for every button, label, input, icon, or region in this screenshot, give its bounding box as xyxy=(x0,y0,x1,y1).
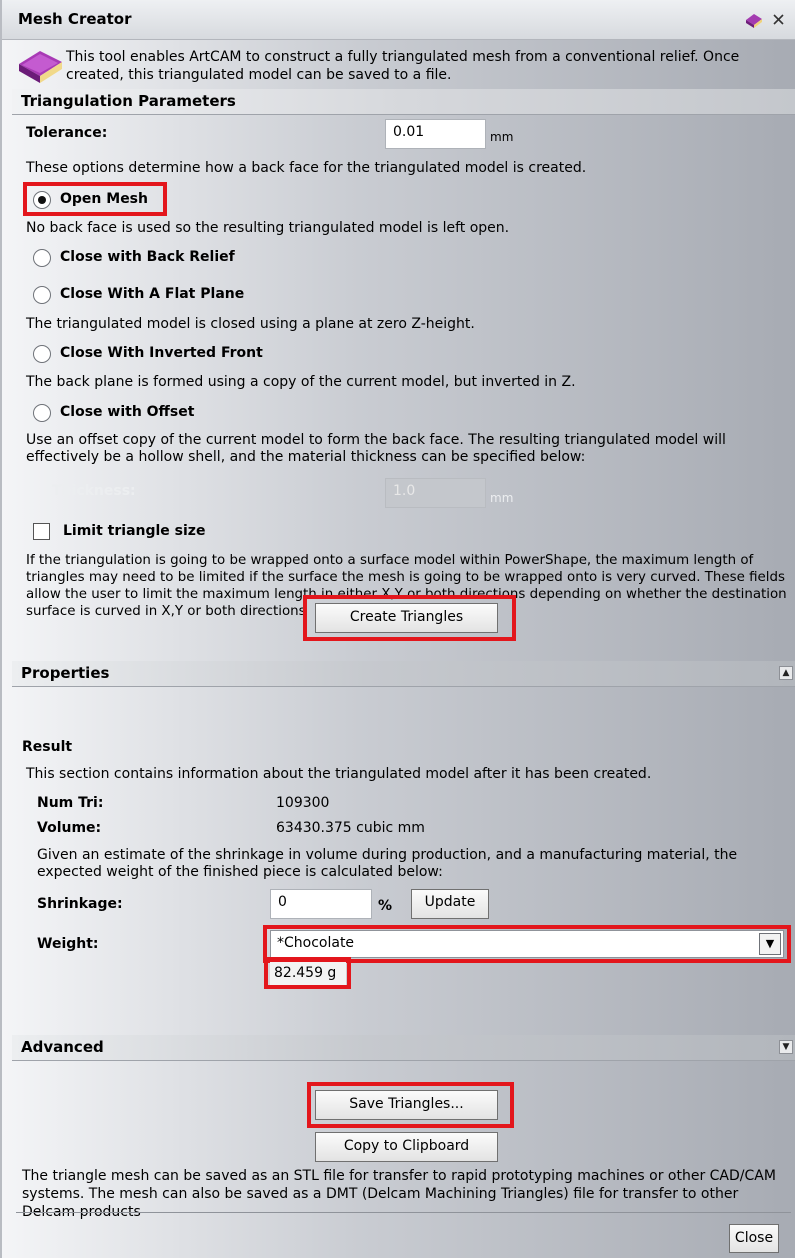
volume-label: Volume: xyxy=(37,820,102,836)
radio-open-mesh[interactable] xyxy=(33,191,51,209)
footer-divider xyxy=(16,1212,791,1213)
window-title: Mesh Creator xyxy=(18,10,132,28)
limit-triangle-label[interactable]: Limit triangle size xyxy=(63,523,205,539)
desc-open-mesh: No back face is used so the resulting tr… xyxy=(26,220,510,236)
thickness-label: Thickness: xyxy=(52,483,136,499)
tolerance-label: Tolerance: xyxy=(26,125,108,141)
book-icon[interactable] xyxy=(744,11,764,29)
material-selected-value: *Chocolate xyxy=(277,935,355,951)
chevron-down-icon[interactable]: ▼ xyxy=(759,933,781,955)
volume-value: 63430.375 cubic mm xyxy=(276,820,425,836)
collapse-arrow-icon[interactable]: ▲ xyxy=(779,666,793,680)
update-button[interactable]: Update xyxy=(411,889,489,919)
weight-value: 82.459 g xyxy=(270,962,346,988)
material-select[interactable]: *Chocolate ▼ xyxy=(270,930,784,958)
thickness-unit: mm xyxy=(490,491,514,505)
save-triangles-button[interactable]: Save Triangles... xyxy=(315,1090,498,1120)
num-tri-value: 109300 xyxy=(276,795,330,811)
desc-close-offset: Use an offset copy of the current model … xyxy=(26,432,726,465)
section-header-properties[interactable]: Properties ▲ xyxy=(12,661,795,687)
radio-close-offset[interactable] xyxy=(33,404,51,422)
section-title: Triangulation Parameters xyxy=(21,92,236,110)
limit-triangle-checkbox[interactable] xyxy=(33,523,50,540)
radio-close-inverted-front[interactable] xyxy=(33,345,51,363)
tolerance-unit: mm xyxy=(490,130,514,144)
book-icon xyxy=(19,51,62,83)
label-close-inverted-front[interactable]: Close With Inverted Front xyxy=(60,345,263,361)
shrinkage-label: Shrinkage: xyxy=(37,896,123,912)
label-open-mesh[interactable]: Open Mesh xyxy=(60,191,148,207)
result-label: Result xyxy=(22,739,73,755)
title-bar: Mesh Creator xyxy=(2,0,795,40)
thickness-input: 1.0 xyxy=(385,478,486,508)
label-close-back-relief[interactable]: Close with Back Relief xyxy=(60,249,235,265)
shrinkage-unit: % xyxy=(378,898,393,914)
desc-close-inverted-front: The back plane is formed using a copy of… xyxy=(26,374,576,390)
close-button[interactable]: Close xyxy=(729,1224,779,1253)
section-title: Advanced xyxy=(21,1038,104,1056)
shrinkage-input[interactable]: 0 xyxy=(270,889,372,919)
num-tri-label: Num Tri: xyxy=(37,795,104,811)
intro-text: This tool enables ArtCAM to construct a … xyxy=(66,49,740,83)
label-close-flat-plane[interactable]: Close With A Flat Plane xyxy=(60,286,244,302)
tolerance-input[interactable]: 0.01 xyxy=(385,119,486,149)
radio-close-flat-plane[interactable] xyxy=(33,286,51,304)
section-header-advanced[interactable]: Advanced ▼ xyxy=(12,1035,795,1061)
close-icon[interactable] xyxy=(772,13,785,26)
mesh-creator-panel: Mesh Creator This tool enables ArtCAM to… xyxy=(0,0,795,1258)
section-title: Properties xyxy=(21,664,110,682)
section-header-triangulation[interactable]: Triangulation Parameters xyxy=(12,89,795,115)
copy-to-clipboard-button[interactable]: Copy to Clipboard xyxy=(315,1132,498,1162)
desc-close-flat-plane: The triangulated model is closed using a… xyxy=(26,316,475,332)
label-close-offset[interactable]: Close with Offset xyxy=(60,404,194,420)
weight-label: Weight: xyxy=(37,936,99,952)
estimate-description: Given an estimate of the shrinkage in vo… xyxy=(37,847,738,880)
options-description: These options determine how a back face … xyxy=(26,160,587,176)
create-triangles-button[interactable]: Create Triangles xyxy=(315,603,498,633)
expand-arrow-icon[interactable]: ▼ xyxy=(779,1040,793,1054)
result-description: This section contains information about … xyxy=(26,766,652,782)
radio-close-back-relief[interactable] xyxy=(33,249,51,267)
